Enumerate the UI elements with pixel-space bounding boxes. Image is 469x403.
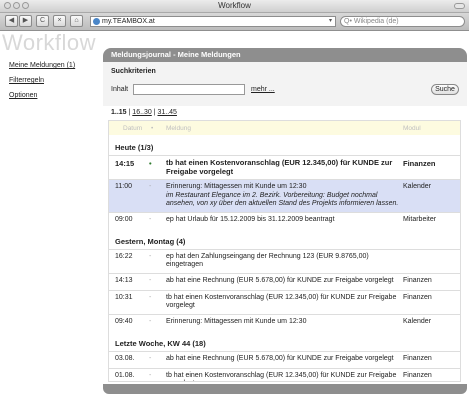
row-date: 16:22 <box>115 252 133 260</box>
table-row[interactable]: 14:15 • tb hat einen Kostenvoranschlag (… <box>109 155 460 179</box>
row-module: Mitarbeiter <box>403 215 437 223</box>
table-row[interactable]: 09:00 - ep hat Urlaub für 15.12.2009 bis… <box>109 211 460 229</box>
row-message: ep hat Urlaub für 15.12.2009 bis 31.12.2… <box>166 215 335 223</box>
row-date: 09:40 <box>115 317 133 325</box>
browser-toolbar: ◀ ▶ C × ⌂ my.TEAMBOX.at ▾ Q• Wikipedia (… <box>0 13 469 31</box>
row-dot: - <box>149 252 152 260</box>
search-heading: Suchkriterien <box>111 68 156 75</box>
journal-panel: Meldungsjournal - Meine Meldungen Suchkr… <box>103 48 467 388</box>
browser-search-input[interactable]: Q• Wikipedia (de) <box>340 16 465 27</box>
url-text: my.TEAMBOX.at <box>102 18 155 25</box>
row-message: Erinnerung: Mittagessen mit Kunde um 12:… <box>166 317 307 325</box>
table-row[interactable]: 09:40 - Erinnerung: Mittagessen mit Kund… <box>109 313 460 331</box>
unread-dot: • <box>149 159 152 168</box>
page-link-3[interactable]: 31..45 <box>157 109 176 116</box>
forward-button[interactable]: ▶ <box>19 15 32 27</box>
row-date: 14:13 <box>115 276 133 284</box>
more-criteria-link[interactable]: mehr ... <box>251 86 275 93</box>
row-message: ab hat eine Rechnung (EUR 5.678,00) für … <box>166 354 394 362</box>
row-dot: - <box>149 215 152 223</box>
group-title: Heute (1/3) <box>115 143 154 152</box>
sidebar-item-meine-meldungen[interactable]: Meine Meldungen (1) <box>9 62 99 69</box>
stop-button[interactable]: × <box>53 15 66 27</box>
chevron-down-icon[interactable]: ▾ <box>329 17 332 26</box>
back-button[interactable]: ◀ <box>5 15 18 27</box>
row-module: Finanzen <box>403 293 432 301</box>
forward-icon: ▶ <box>22 17 29 24</box>
sidebar: Meine Meldungen (1) Filterregeln Optione… <box>9 62 99 107</box>
column-header: Datum • Meldung Modul <box>109 121 460 135</box>
row-dot: - <box>149 293 152 301</box>
row-dot: - <box>149 276 152 284</box>
search-input[interactable] <box>133 84 245 95</box>
panel-header: Meldungsjournal - Meine Meldungen <box>103 48 467 62</box>
row-module: Finanzen <box>403 159 436 168</box>
sidebar-item-filterregeln[interactable]: Filterregeln <box>9 77 99 84</box>
search-section: Suchkriterien Inhalt mehr ... Suche <box>103 62 467 106</box>
row-message: tb hat einen Kostenvoranschlag (EUR 12.3… <box>166 158 393 176</box>
table-row[interactable]: 14:13 - ab hat eine Rechnung (EUR 5.678,… <box>109 272 460 290</box>
pager: 1..15 | 16..30 | 31..45 <box>103 106 467 120</box>
table-row-selected[interactable]: 11:00 - Erinnerung: Mittagessen mit Kund… <box>109 179 460 212</box>
row-date: 14:15 <box>115 159 135 168</box>
row-message: tb hat einen Kostenvoranschlag (EUR 12.3… <box>166 293 397 310</box>
group-title: Letzte Woche, KW 44 (18) <box>115 338 206 348</box>
back-icon: ◀ <box>8 17 15 24</box>
address-bar[interactable]: my.TEAMBOX.at ▾ <box>90 16 336 27</box>
stop-icon: × <box>57 17 62 24</box>
sidebar-item-optionen[interactable]: Optionen <box>9 92 99 99</box>
page-current: 1..15 <box>111 109 127 116</box>
home-icon: ⌂ <box>74 17 79 24</box>
row-module: Finanzen <box>403 276 432 284</box>
window-title: Workflow <box>218 1 251 10</box>
row-date: 11:00 <box>115 183 132 190</box>
group-title: Gestern, Montag (4) <box>115 236 186 246</box>
table-row[interactable]: 10:31 - tb hat einen Kostenvoranschlag (… <box>109 289 460 314</box>
home-button[interactable]: ⌂ <box>70 15 83 27</box>
row-module: Kalender <box>403 317 432 325</box>
row-message: ab hat eine Rechnung (EUR 5.678,00) für … <box>166 276 394 284</box>
search-button[interactable]: Suche <box>431 84 459 95</box>
globe-icon <box>93 18 100 25</box>
panel-footer <box>103 384 467 394</box>
toolbar-toggle-button[interactable] <box>454 3 465 9</box>
table-row[interactable]: 03.08. - ab hat eine Rechnung (EUR 5.678… <box>109 350 460 368</box>
row-module: Finanzen <box>403 371 432 379</box>
reload-icon: C <box>39 17 46 24</box>
row-module: Finanzen <box>403 354 432 362</box>
row-date: 03.08. <box>115 354 135 362</box>
search-label: Inhalt <box>111 86 129 93</box>
table-row[interactable]: 01.08. - tb hat einen Kostenvoranschlag … <box>109 367 460 382</box>
column-module[interactable]: Modul <box>403 125 421 132</box>
window-titlebar: Workflow <box>0 0 469 13</box>
column-message[interactable]: Meldung <box>166 125 191 132</box>
row-module: Kalender <box>403 183 432 190</box>
app-title: Workflow <box>2 30 97 55</box>
row-date: 10:31 <box>115 293 133 301</box>
column-date[interactable]: Datum <box>123 125 142 132</box>
page-link-2[interactable]: 16..30 <box>132 109 151 116</box>
row-dot: - <box>149 317 152 325</box>
table-row[interactable]: 16:22 - ep hat den Zahlungseingang der R… <box>109 248 460 273</box>
column-dot: • <box>151 125 154 132</box>
row-dot: - <box>149 183 152 190</box>
row-message: ep hat den Zahlungseingang der Rechnung … <box>166 252 369 269</box>
row-date: 09:00 <box>115 215 133 223</box>
row-date: 01.08. <box>115 371 135 379</box>
message-list: Datum • Meldung Modul Heute (1/3) 14:15 … <box>108 120 461 382</box>
reload-button[interactable]: C <box>36 15 49 27</box>
row-dot: - <box>149 354 152 362</box>
row-message-detail: im Restaurant Elegance im 2. Bezirk. Vor… <box>166 191 399 208</box>
row-message: tb hat einen Kostenvoranschlag (EUR 12.3… <box>166 371 397 382</box>
row-dot: - <box>149 371 152 379</box>
row-message-line: Erinnerung: Mittagessen mit Kunde um 12:… <box>166 183 307 190</box>
row-message: Erinnerung: Mittagessen mit Kunde um 12:… <box>166 183 401 209</box>
